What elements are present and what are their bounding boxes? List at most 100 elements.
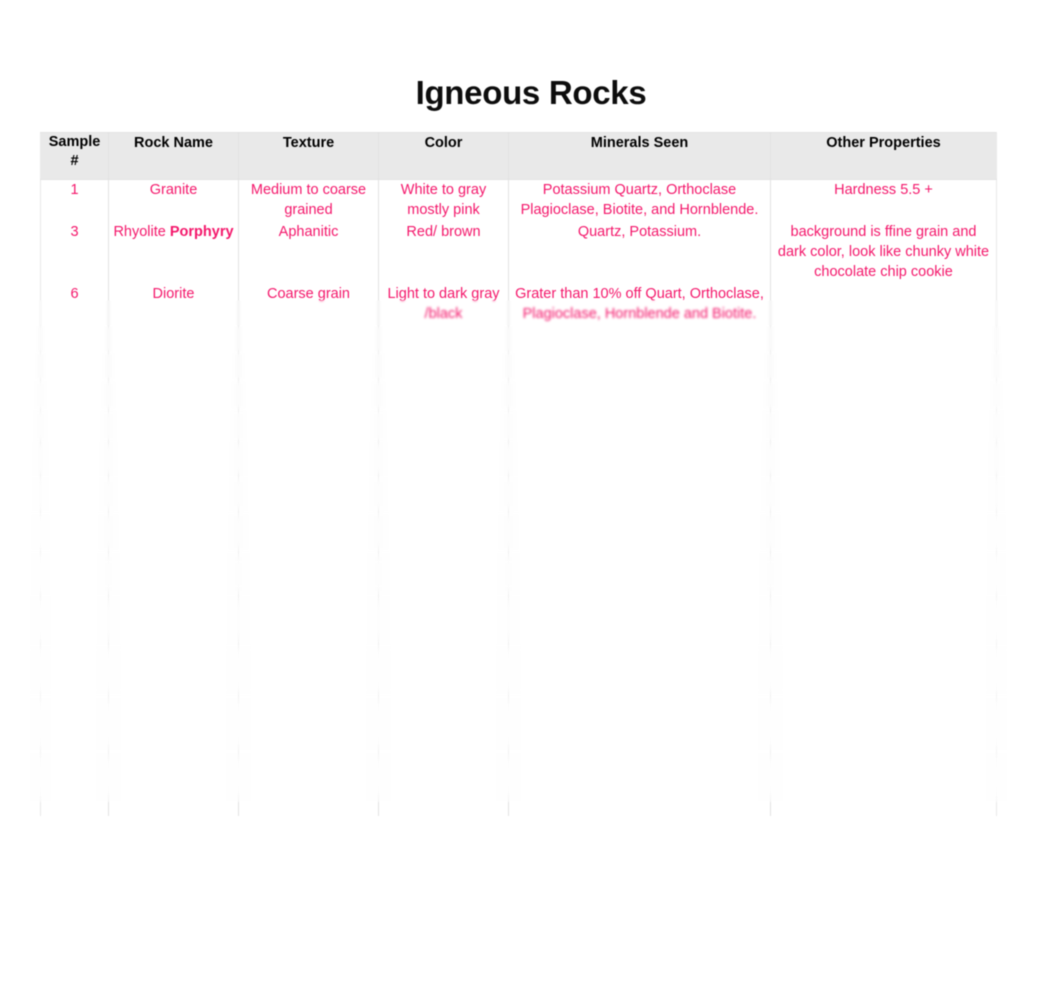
table-cell-other[interactable] [770,485,997,526]
table-row[interactable]: 1 Granite Medium to coarse grained White to… [40,179,997,222]
table-cell-rock[interactable] [108,485,239,526]
table-cell-other[interactable] [770,689,997,732]
table-cell-rock[interactable] [108,525,239,568]
table-cell-sample[interactable] [40,485,109,526]
table-row[interactable]: 3 Rhyolite Porphyry Aphanitic Red/ brown Qua… [40,221,997,284]
table-cell-minerals[interactable] [508,731,771,816]
table-cell-texture[interactable] [238,443,379,486]
table-cell-sample[interactable]: 3 [40,221,109,284]
table-cell-other[interactable] [770,607,997,650]
table-cell-minerals[interactable]: Quartz, Potassium. [508,221,771,284]
table-cell-rock[interactable]: Diorite [108,283,239,324]
table-cell-color[interactable] [378,689,509,732]
table-cell-color[interactable] [378,323,509,364]
table-cell-rock[interactable] [108,403,239,444]
table-cell-other[interactable] [770,731,997,816]
table-row[interactable] [40,731,997,816]
table-cell-color[interactable] [378,607,509,650]
table-row[interactable]: 6 Diorite Coarse grain Light to dark gray /… [40,283,997,324]
table-cell-color[interactable] [378,443,509,486]
table-cell-minerals[interactable] [508,485,771,526]
table-row[interactable] [40,649,997,690]
table-cell-sample[interactable] [40,443,109,486]
table-cell-sample[interactable] [40,525,109,568]
table-cell-sample[interactable] [40,649,109,690]
table-cell-minerals[interactable]: Potassium Quartz, Orthoclase Plagioclase… [508,179,771,222]
table-cell-texture[interactable] [238,323,379,364]
table-cell-other[interactable] [770,567,997,608]
table-cell-texture[interactable] [238,525,379,568]
table-row[interactable] [40,443,997,486]
table-cell-minerals[interactable] [508,649,771,690]
table-row[interactable] [40,525,997,568]
table-cell-texture[interactable] [238,485,379,526]
table-cell-sample[interactable] [40,567,109,608]
table-cell-rock[interactable]: Rhyolite Porphyry [108,221,239,284]
table-cell-texture[interactable]: Coarse grain [238,283,379,324]
table-cell-color[interactable] [378,649,509,690]
table-cell-color[interactable] [378,485,509,526]
table-cell-rock[interactable] [108,443,239,486]
table-cell-sample[interactable] [40,731,109,816]
table-cell-other[interactable] [770,443,997,486]
table-row[interactable] [40,403,997,444]
table-row[interactable] [40,607,997,650]
table-row[interactable] [40,485,997,526]
table-cell-color[interactable] [378,567,509,608]
table-cell-sample[interactable] [40,689,109,732]
table-cell-color[interactable] [378,731,509,816]
table-cell-minerals[interactable] [508,363,771,404]
table-cell-texture[interactable] [238,731,379,816]
table-cell-color[interactable] [378,403,509,444]
table-row[interactable] [40,689,997,732]
table-cell-other[interactable]: Hardness 5.5 + [770,179,997,222]
table-cell-other[interactable] [770,323,997,364]
igneous-rocks-table: Sample # Rock Name Texture Color Mineral… [40,132,997,816]
table-cell-rock[interactable] [108,649,239,690]
table-cell-minerals[interactable]: Grater than 10% off Quart, Orthoclase, P… [508,283,771,324]
table-cell-sample[interactable] [40,403,109,444]
table-cell-texture[interactable]: Medium to coarse grained [238,179,379,222]
table-cell-sample[interactable]: 6 [40,283,109,324]
table-cell-minerals[interactable] [508,403,771,444]
table-cell-color[interactable]: Light to dark gray /black [378,283,509,324]
table-cell-rock[interactable] [108,567,239,608]
table-cell-color[interactable] [378,525,509,568]
table-cell-other[interactable] [770,649,997,690]
table-cell-sample[interactable] [40,363,109,404]
table-cell-other[interactable] [770,363,997,404]
table-cell-minerals[interactable] [508,443,771,486]
table-cell-minerals[interactable] [508,323,771,364]
table-cell-rock[interactable] [108,363,239,404]
table-cell-rock[interactable] [108,731,239,816]
table-cell-other[interactable] [770,525,997,568]
table-cell-sample[interactable]: 1 [40,179,109,222]
table-cell-rock[interactable] [108,323,239,364]
table-cell-texture[interactable]: Aphanitic [238,221,379,284]
table-cell-texture[interactable] [238,363,379,404]
table-cell-texture[interactable] [238,403,379,444]
table-cell-minerals[interactable] [508,567,771,608]
table-row[interactable] [40,567,997,608]
table-cell-rock[interactable] [108,689,239,732]
table-cell-sample[interactable] [40,323,109,364]
table-cell-texture[interactable] [238,607,379,650]
table-cell-sample[interactable] [40,607,109,650]
table-cell-texture[interactable] [238,689,379,732]
table-cell-color[interactable]: Red/ brown [378,221,509,284]
table-row[interactable] [40,363,997,404]
table-cell-color[interactable]: White to gray mostly pink [378,179,509,222]
table-cell-minerals[interactable] [508,607,771,650]
table-cell-rock[interactable] [108,607,239,650]
table-cell-minerals[interactable] [508,689,771,732]
table-cell-minerals[interactable] [508,525,771,568]
table-cell-other[interactable] [770,403,997,444]
table-cell-other[interactable] [770,283,997,324]
table-cell-texture[interactable] [238,649,379,690]
table-cell-other[interactable]: background is ffine grain and dark color… [770,221,997,284]
table-row[interactable] [40,323,997,364]
table-cell-texture[interactable] [238,567,379,608]
table-cell-color[interactable] [378,363,509,404]
table-cell-rock[interactable]: Granite [108,179,239,222]
column-header-color: Color [378,132,509,180]
